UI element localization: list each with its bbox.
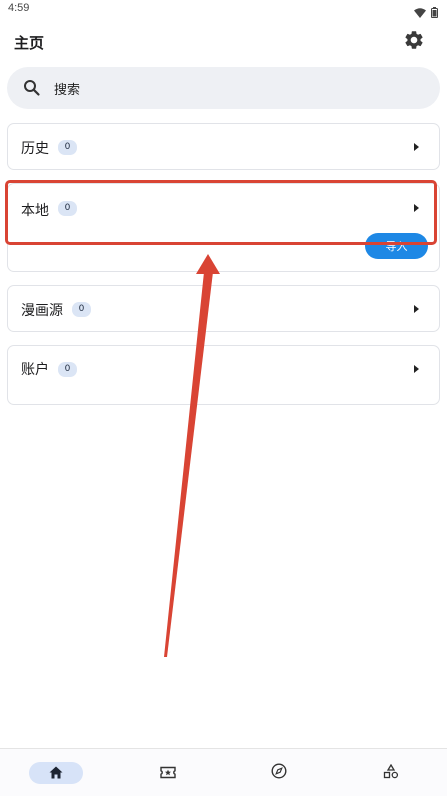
nav-favorites[interactable] <box>141 762 195 784</box>
search-placeholder: 搜索 <box>54 83 81 98</box>
gear-icon[interactable] <box>403 29 425 51</box>
nav-categories[interactable] <box>364 762 418 784</box>
import-button[interactable]: 导入 <box>365 233 428 259</box>
ticket-star-icon <box>160 764 176 783</box>
page-title: 主页 <box>14 34 45 52</box>
status-bar: 4:59 <box>0 0 447 20</box>
chevron-right-icon <box>414 143 419 151</box>
account-title: 账户 <box>21 362 49 378</box>
account-count-badge: 0 <box>58 362 77 377</box>
wifi-icon <box>414 3 426 22</box>
battery-icon <box>431 3 438 22</box>
history-count-badge: 0 <box>58 140 77 155</box>
history-title: 历史 <box>21 141 49 157</box>
history-card[interactable]: 历史 0 <box>7 123 440 170</box>
local-title: 本地 <box>21 203 49 219</box>
nav-explore[interactable] <box>252 762 306 784</box>
bottom-navigation <box>0 748 447 796</box>
comic-sources-title: 漫画源 <box>21 303 63 319</box>
app-bar: 主页 <box>0 24 447 60</box>
chevron-right-icon <box>414 305 419 313</box>
categories-icon <box>383 763 399 783</box>
local-count-badge: 0 <box>58 201 77 216</box>
status-time: 4:59 <box>8 2 30 14</box>
comic-sources-card[interactable]: 漫画源 0 <box>7 285 440 332</box>
compass-icon <box>271 763 287 783</box>
search-icon <box>23 79 41 97</box>
search-bar[interactable]: 搜索 <box>7 67 440 109</box>
home-icon <box>49 764 63 783</box>
nav-home[interactable] <box>29 762 83 784</box>
account-card[interactable]: 账户 0 <box>7 345 440 405</box>
status-icons <box>414 3 438 22</box>
chevron-right-icon <box>414 365 419 373</box>
comic-sources-count-badge: 0 <box>72 302 91 317</box>
local-card[interactable]: 本地 0 导入 <box>7 183 440 272</box>
chevron-right-icon <box>414 204 419 212</box>
